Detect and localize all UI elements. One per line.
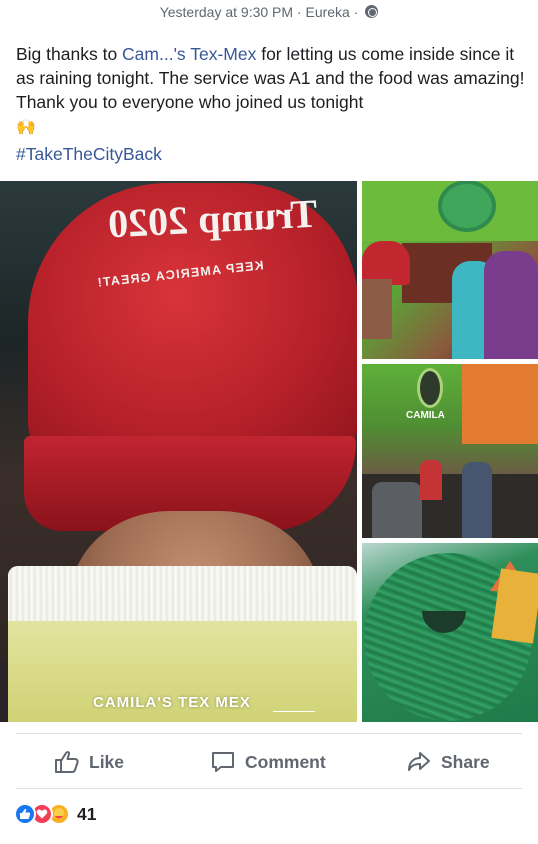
comment-button[interactable]: Comment [210, 745, 326, 779]
photo-grid: Trump 2020 KEEP AMERICA GREAT! CAMILA'S … [0, 181, 538, 722]
share-button[interactable]: Share [406, 745, 490, 779]
post-timestamp-location[interactable]: Yesterday at 9:30 PM · Eureka · [160, 4, 359, 20]
diner [372, 482, 422, 538]
thumbs-up-icon [55, 751, 79, 773]
share-icon [408, 752, 430, 771]
photo-pinata[interactable] [362, 543, 538, 722]
like-label: Like [89, 751, 125, 772]
post-text: Big thanks to Cam...'s Tex-Mex for letti… [16, 42, 526, 140]
diner [462, 462, 492, 538]
person [484, 251, 538, 359]
diner [420, 460, 442, 500]
location-underline [273, 711, 315, 712]
comment-label: Comment [245, 751, 326, 772]
reaction-count: 41 [77, 803, 97, 824]
photo-restaurant-group[interactable] [362, 181, 538, 359]
wall-clock [417, 368, 443, 408]
virus-pinata [442, 184, 492, 228]
raising-hands-emoji: 🙌 [16, 119, 36, 136]
comment-icon [212, 752, 234, 772]
hashtag-link[interactable]: #TakeTheCityBack [16, 144, 162, 165]
orange-wall [462, 364, 538, 444]
restaurant-sign: CAMILA [406, 410, 445, 421]
globe-icon [365, 5, 379, 18]
like-icon [14, 803, 36, 825]
post-actions: Like Comment Share [0, 745, 538, 779]
location-sticker: CAMILA'S TEX MEX [93, 694, 251, 711]
photo-dining-room[interactable]: CAMILA [362, 364, 538, 538]
face [362, 279, 392, 339]
reaction-summary[interactable]: 41 [14, 802, 96, 826]
divider [16, 733, 522, 734]
post-meta: Yesterday at 9:30 PM · Eureka · [0, 4, 538, 20]
like-button[interactable]: Like [54, 745, 124, 779]
divider [16, 788, 522, 789]
business-link[interactable]: Cam...'s Tex-Mex [122, 44, 256, 64]
photo-main[interactable]: Trump 2020 KEEP AMERICA GREAT! CAMILA'S … [0, 181, 357, 722]
salt-rim [8, 566, 357, 621]
share-label: Share [441, 751, 490, 772]
post-text-start: Big thanks to [16, 44, 123, 64]
